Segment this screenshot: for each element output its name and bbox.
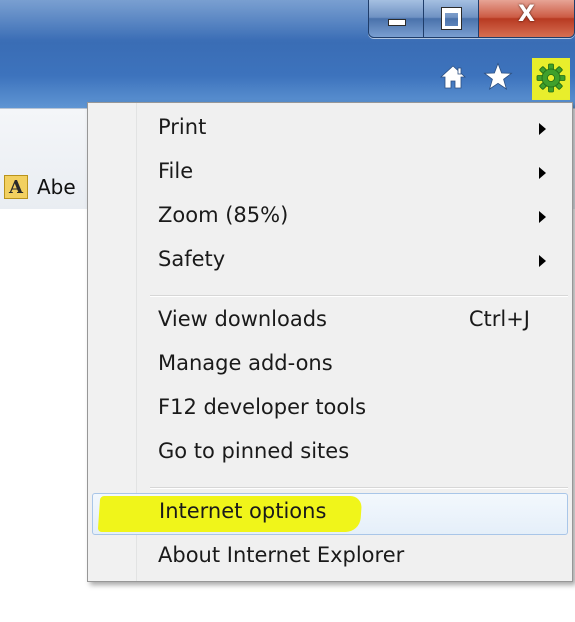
- favorite-link[interactable]: A Abe: [4, 175, 76, 199]
- maximize-icon: [441, 7, 462, 30]
- window-titlebar: X: [0, 0, 575, 108]
- menu-item-label: View downloads: [158, 307, 327, 331]
- maximize-button[interactable]: [424, 0, 479, 37]
- toolbar-icons: [436, 58, 575, 104]
- menu-item-label: F12 developer tools: [158, 395, 367, 419]
- menu-item-internet-options[interactable]: Internet options: [92, 493, 568, 535]
- menu-item-about-internet-explorer[interactable]: About Internet Explorer: [92, 537, 568, 579]
- menu-item-go-to-pinned-sites[interactable]: Go to pinned sites: [92, 433, 568, 475]
- menu-separator: [150, 487, 568, 489]
- menu-item-label: File: [158, 159, 194, 183]
- submenu-arrow-icon: [539, 211, 546, 223]
- submenu-arrow-icon: [539, 255, 546, 267]
- star-icon[interactable]: [483, 62, 513, 92]
- menu-item-label: Safety: [158, 247, 226, 271]
- font-icon: A: [4, 175, 28, 199]
- minimize-button[interactable]: [369, 0, 424, 37]
- menu-item-label: About Internet Explorer: [158, 543, 405, 567]
- submenu-arrow-icon: [539, 167, 546, 179]
- close-button[interactable]: X: [479, 0, 574, 37]
- tools-menu: Print File Zoom (85%) Safety View downlo…: [87, 102, 573, 582]
- menu-item-file[interactable]: File: [92, 153, 568, 195]
- tools-button[interactable]: [532, 58, 570, 100]
- home-icon[interactable]: [440, 64, 466, 90]
- menu-item-label: Go to pinned sites: [158, 439, 350, 463]
- menu-item-label: Manage add-ons: [158, 351, 333, 375]
- menu-item-view-downloads[interactable]: View downloads Ctrl+J: [92, 301, 568, 343]
- submenu-arrow-icon: [539, 123, 546, 135]
- menu-item-f12-developer-tools[interactable]: F12 developer tools: [92, 389, 568, 431]
- close-icon: X: [518, 2, 535, 27]
- menu-item-manage-add-ons[interactable]: Manage add-ons: [92, 345, 568, 387]
- caption-buttons: X: [368, 0, 575, 38]
- menu-item-label: Zoom (85%): [158, 203, 289, 227]
- menu-item-zoom[interactable]: Zoom (85%): [92, 197, 568, 239]
- menu-item-shortcut: Ctrl+J: [468, 307, 530, 331]
- gear-icon: [536, 63, 566, 93]
- menu-separator: [150, 295, 568, 297]
- menu-item-safety[interactable]: Safety: [92, 241, 568, 283]
- menu-item-print[interactable]: Print: [92, 109, 568, 151]
- favorite-label: Abe: [37, 175, 76, 199]
- menu-item-label: Print: [158, 115, 207, 139]
- menu-item-label: Internet options: [159, 499, 327, 523]
- minimize-icon: [388, 19, 406, 26]
